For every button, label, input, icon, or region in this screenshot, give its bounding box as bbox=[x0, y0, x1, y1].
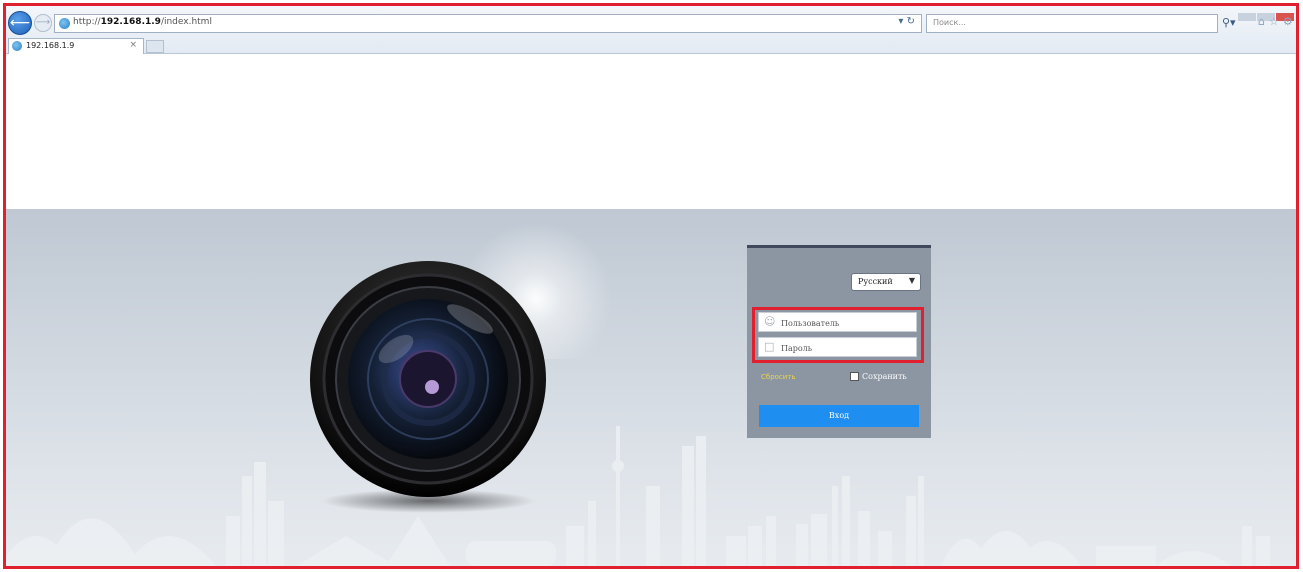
toolbar-icons: ⌂☆⚙ bbox=[1258, 15, 1297, 28]
password-field[interactable]: □ bbox=[758, 337, 917, 357]
back-arrow-icon: ⟵ bbox=[9, 15, 31, 31]
lock-icon: □ bbox=[764, 340, 775, 353]
city-skyline-illustration bbox=[6, 426, 1270, 566]
tab-close-icon[interactable]: × bbox=[129, 40, 137, 50]
camera-lens-logo bbox=[310, 261, 546, 497]
search-placeholder: Поиск... bbox=[933, 18, 966, 27]
url-prefix: http:// bbox=[73, 17, 101, 27]
page-favicon-icon bbox=[59, 18, 70, 29]
remember-checkbox[interactable] bbox=[850, 372, 859, 381]
user-icon: ☺ bbox=[764, 315, 776, 328]
refresh-icon: ↻ bbox=[906, 16, 915, 27]
dropdown-arrow-icon: ▾ bbox=[898, 16, 904, 27]
settings-gear-icon[interactable]: ⚙ bbox=[1283, 15, 1297, 28]
tab-title: 192.168.1.9 bbox=[26, 41, 75, 50]
tab-favicon-icon bbox=[12, 41, 22, 51]
language-select[interactable]: Русский ▼ bbox=[851, 273, 921, 291]
browser-toolbar: ⟵ ⟶ http://192.168.1.9/index.html ▾ ↻ По… bbox=[6, 6, 1296, 54]
password-input[interactable] bbox=[781, 341, 911, 355]
search-box[interactable]: Поиск... bbox=[926, 14, 1218, 33]
refresh-button[interactable]: ▾ ↻ bbox=[898, 16, 915, 27]
login-button[interactable]: Вход bbox=[759, 405, 919, 427]
window-controls bbox=[1238, 6, 1296, 21]
url-text: http://192.168.1.9/index.html bbox=[73, 17, 212, 27]
tab-active[interactable]: 192.168.1.9 × bbox=[8, 38, 144, 54]
login-panel: Русский ▼ ☺ □ Сбросить Сохранить Вход bbox=[747, 245, 931, 438]
username-input[interactable] bbox=[781, 316, 911, 330]
url-path: /index.html bbox=[160, 17, 212, 27]
remember-label: Сохранить bbox=[862, 372, 907, 381]
address-bar[interactable]: http://192.168.1.9/index.html ▾ ↻ bbox=[54, 14, 922, 33]
back-button[interactable]: ⟵ bbox=[8, 11, 32, 35]
new-tab-button[interactable] bbox=[146, 40, 164, 53]
search-icon[interactable]: ⚲▾ bbox=[1222, 16, 1236, 29]
url-host: 192.168.1.9 bbox=[100, 17, 161, 27]
tab-strip: 192.168.1.9 × bbox=[6, 37, 1296, 54]
chevron-down-icon: ▼ bbox=[908, 276, 915, 285]
page-content: Русский ▼ ☺ □ Сбросить Сохранить Вход bbox=[6, 55, 1296, 566]
credentials-highlight-box: ☺ □ bbox=[752, 307, 924, 363]
username-field[interactable]: ☺ bbox=[758, 312, 917, 332]
home-icon[interactable]: ⌂ bbox=[1258, 15, 1269, 28]
login-background: Русский ▼ ☺ □ Сбросить Сохранить Вход bbox=[6, 209, 1296, 566]
favorites-star-icon[interactable]: ☆ bbox=[1269, 15, 1283, 28]
forward-button[interactable]: ⟶ bbox=[34, 14, 52, 32]
forward-arrow-icon: ⟶ bbox=[35, 17, 51, 28]
minimize-control[interactable] bbox=[1238, 13, 1256, 21]
reset-link[interactable]: Сбросить bbox=[761, 373, 796, 381]
language-value: Русский bbox=[858, 277, 893, 286]
